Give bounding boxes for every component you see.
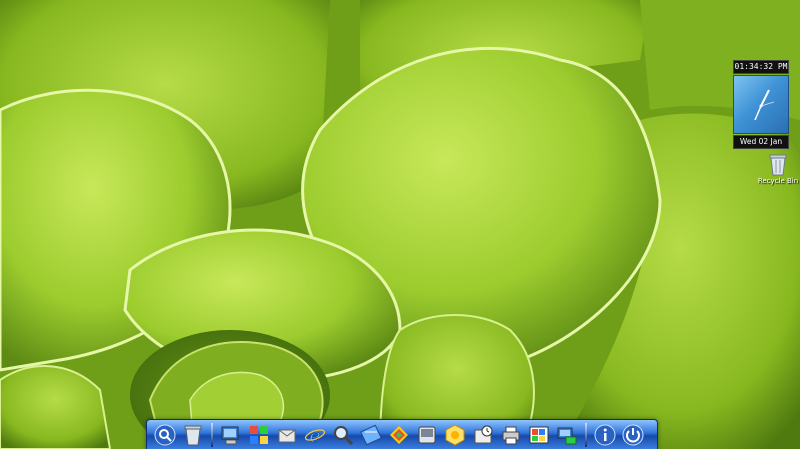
recycle-bin-label: Recycle Bin	[757, 177, 799, 185]
analog-clock-face	[733, 75, 789, 134]
dock-computer-icon[interactable]	[220, 423, 242, 447]
dock-clock-icon[interactable]	[472, 423, 494, 447]
dock-documents-icon[interactable]	[276, 423, 298, 447]
dock-search-icon[interactable]	[154, 423, 176, 447]
dock-network-icon[interactable]	[556, 423, 578, 447]
dock-sun-icon[interactable]	[444, 423, 466, 447]
dock-internet-explorer-icon[interactable]: e	[304, 423, 326, 447]
dock-paint-icon[interactable]	[528, 423, 550, 447]
dock-drive-icon[interactable]	[416, 423, 438, 447]
desktop-icon-recycle-bin[interactable]: Recycle Bin	[756, 152, 800, 185]
clock-minute-hand	[754, 105, 762, 121]
dock-separator	[585, 422, 587, 447]
svg-text:e: e	[309, 425, 320, 446]
dock-colors-icon[interactable]	[388, 423, 410, 447]
dock-bar: e	[146, 419, 658, 449]
dock-notes-icon[interactable]	[360, 423, 382, 447]
dock-magnifier-icon[interactable]	[332, 423, 354, 447]
recycle-bin-icon	[768, 152, 788, 176]
dock-trash-icon[interactable]	[182, 423, 204, 447]
clock-date: Wed 02 Jan	[733, 135, 789, 149]
clock-center	[759, 104, 763, 108]
desktop-wallpaper	[0, 0, 800, 449]
clock-widget[interactable]: 01:34:32 PM Wed 02 Jan	[733, 60, 789, 149]
dock-windows-flag-icon[interactable]	[248, 423, 270, 447]
dock-separator	[211, 422, 213, 447]
dock-info-icon[interactable]	[594, 423, 616, 447]
dock-power-icon[interactable]	[622, 423, 644, 447]
clock-time: 01:34:32 PM	[733, 60, 789, 74]
dock-printer-icon[interactable]	[500, 423, 522, 447]
